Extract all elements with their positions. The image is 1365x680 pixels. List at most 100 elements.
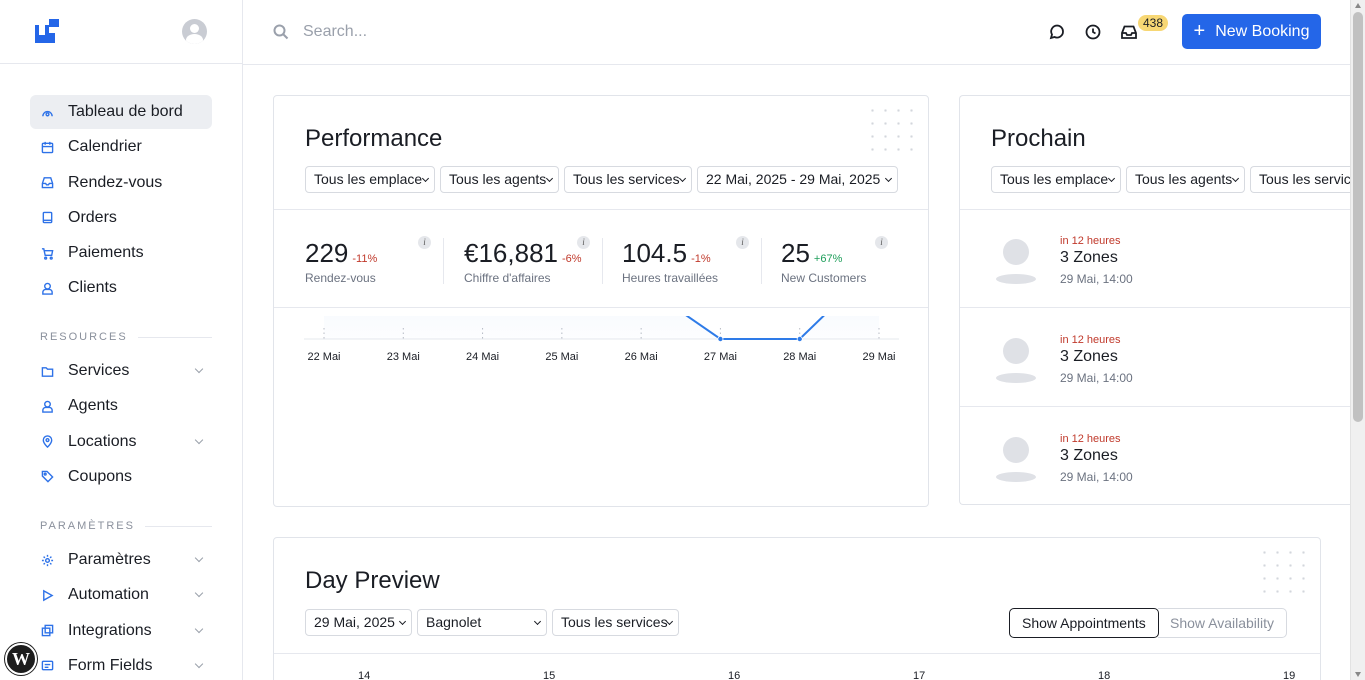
sidebar-item-label: Locations	[68, 432, 137, 450]
scrollbar-thumb[interactable]	[1353, 12, 1363, 422]
location-filter-value: Tous les emplace	[314, 171, 423, 187]
chevron-down-icon[interactable]	[194, 624, 204, 633]
sidebar-item-calendar[interactable]: Calendrier	[30, 130, 212, 164]
new-booking-button[interactable]: + New Booking	[1182, 14, 1321, 49]
main-nav: Tableau de bord Calendrier Rendez-vous O…	[30, 95, 212, 307]
play-icon	[40, 588, 54, 602]
info-icon[interactable]: i	[736, 236, 749, 249]
upcoming-datetime: 29 Mai, 14:00	[1060, 371, 1133, 385]
agent-filter[interactable]: Tous les agents	[440, 166, 559, 193]
date-filter-value: 29 Mai, 2025	[314, 614, 395, 630]
sidebar-item-dashboard[interactable]: Tableau de bord	[30, 95, 212, 129]
divider	[443, 238, 444, 284]
upcoming-when: in 12 heures	[1060, 235, 1121, 247]
service-filter-value: Tous les services	[561, 614, 668, 630]
inbox-icon	[40, 176, 54, 190]
chevron-down-icon[interactable]	[194, 364, 204, 374]
calendar-icon	[40, 140, 54, 154]
metric-change: -11%	[352, 253, 378, 265]
service-filter-value: Tous les servic	[1259, 171, 1351, 187]
sidebar-item-appointments[interactable]: Rendez-vous	[30, 166, 212, 200]
chevron-down-icon	[884, 174, 893, 183]
metric-change: -6%	[561, 253, 582, 265]
sidebar-item-automation[interactable]: Automation	[30, 578, 212, 612]
scroll-down-arrow-icon[interactable]	[1355, 672, 1361, 677]
upcoming-service: 3 Zones	[1060, 348, 1118, 365]
user-icon	[40, 281, 54, 295]
chevron-down-icon[interactable]	[194, 659, 204, 669]
date-filter[interactable]: 29 Mai, 2025	[305, 609, 412, 636]
show-appointments-toggle[interactable]: Show Appointments	[1009, 608, 1159, 638]
chevron-down-icon	[1107, 174, 1116, 183]
scroll-up-arrow-icon[interactable]	[1355, 3, 1361, 8]
data-point[interactable]	[717, 335, 724, 342]
hour-label: 16	[728, 670, 741, 680]
upcoming-item[interactable]: in 12 heures 3 Zones 29 Mai, 14:00	[960, 309, 1359, 407]
section-title: RESOURCES	[40, 331, 128, 343]
hour-label: 17	[913, 670, 926, 680]
chevron-down-icon[interactable]	[194, 435, 204, 444]
dots-decoration	[1258, 546, 1314, 602]
info-icon[interactable]: i	[875, 236, 888, 249]
sidebar-item-locations[interactable]: Locations	[30, 425, 212, 459]
metric-value: €16,881	[464, 238, 558, 268]
sidebar-item-label: Clients	[68, 279, 117, 297]
avatar-placeholder-icon	[996, 239, 1036, 284]
x-tick-label: 22 Mai	[307, 351, 340, 363]
show-availability-toggle[interactable]: Show Availability	[1158, 608, 1288, 638]
sidebar-header	[0, 0, 242, 64]
x-tick-label: 23 Mai	[387, 351, 420, 363]
upcoming-title: Prochain	[991, 125, 1086, 152]
avatar-placeholder-icon	[996, 338, 1036, 383]
integrations-icon	[40, 624, 54, 638]
date-range-filter[interactable]: 22 Mai, 2025 - 29 Mai, 2025	[697, 166, 898, 193]
series-area	[324, 316, 879, 339]
metric-revenue: €16,881 -6% Chiffre d'affaires i	[464, 236, 590, 285]
sidebar-item-agents[interactable]: Agents	[30, 389, 212, 423]
chevron-down-icon[interactable]	[194, 589, 204, 598]
location-filter[interactable]: Bagnolet	[417, 609, 547, 636]
sidebar-item-services[interactable]: Services	[30, 354, 212, 388]
divider	[274, 653, 1320, 654]
hour-label: 14	[358, 670, 371, 680]
cart-icon	[40, 246, 54, 260]
map-pin-icon	[40, 435, 54, 449]
metric-value: 229	[305, 238, 349, 268]
service-filter[interactable]: Tous les servic	[1250, 166, 1359, 193]
data-point[interactable]	[796, 335, 803, 342]
upcoming-item[interactable]: in 12 heures 3 Zones 29 Mai, 14:00	[960, 210, 1359, 308]
clock-icon[interactable]	[1084, 23, 1102, 41]
user-avatar[interactable]	[182, 19, 207, 44]
app-logo[interactable]	[35, 19, 59, 43]
service-filter[interactable]: Tous les services	[552, 609, 679, 636]
sidebar-item-payments[interactable]: Paiements	[30, 236, 212, 270]
sidebar-item-label: Paiements	[68, 244, 144, 262]
sidebar-item-coupons[interactable]: Coupons	[30, 460, 212, 494]
search-input[interactable]	[303, 18, 703, 46]
sidebar-item-integrations[interactable]: Integrations	[30, 614, 212, 648]
sidebar-item-customers[interactable]: Clients	[30, 271, 212, 305]
sidebar-item-label: Automation	[68, 586, 149, 604]
location-filter[interactable]: Tous les emplace	[991, 166, 1121, 193]
inbox-icon[interactable]	[1120, 23, 1138, 41]
sidebar-item-form-fields[interactable]: Form Fields	[30, 649, 212, 680]
service-filter[interactable]: Tous les services	[564, 166, 692, 193]
agent-filter[interactable]: Tous les agents	[1126, 166, 1245, 193]
info-icon[interactable]: i	[577, 236, 590, 249]
sidebar-item-settings[interactable]: Paramètres	[30, 543, 212, 577]
chevron-down-icon[interactable]	[194, 553, 204, 563]
metric-label: New Customers	[781, 271, 867, 285]
info-icon[interactable]: i	[418, 236, 431, 249]
user-icon	[40, 399, 54, 413]
settings-nav: Paramètres Automation Integrations Form …	[30, 543, 212, 680]
page-scrollbar[interactable]	[1350, 0, 1365, 680]
chat-icon[interactable]	[1048, 23, 1066, 41]
agent-filter-value: Tous les agents	[1135, 171, 1233, 187]
wordpress-icon[interactable]: W	[5, 643, 37, 675]
upcoming-item[interactable]: in 12 heures 3 Zones 29 Mai, 14:00	[960, 408, 1359, 504]
location-filter[interactable]: Tous les emplace	[305, 166, 435, 193]
x-tick-label: 24 Mai	[466, 351, 499, 363]
sidebar-item-orders[interactable]: Orders	[30, 201, 212, 235]
sidebar: Tableau de bord Calendrier Rendez-vous O…	[0, 0, 243, 680]
divider	[761, 238, 762, 284]
